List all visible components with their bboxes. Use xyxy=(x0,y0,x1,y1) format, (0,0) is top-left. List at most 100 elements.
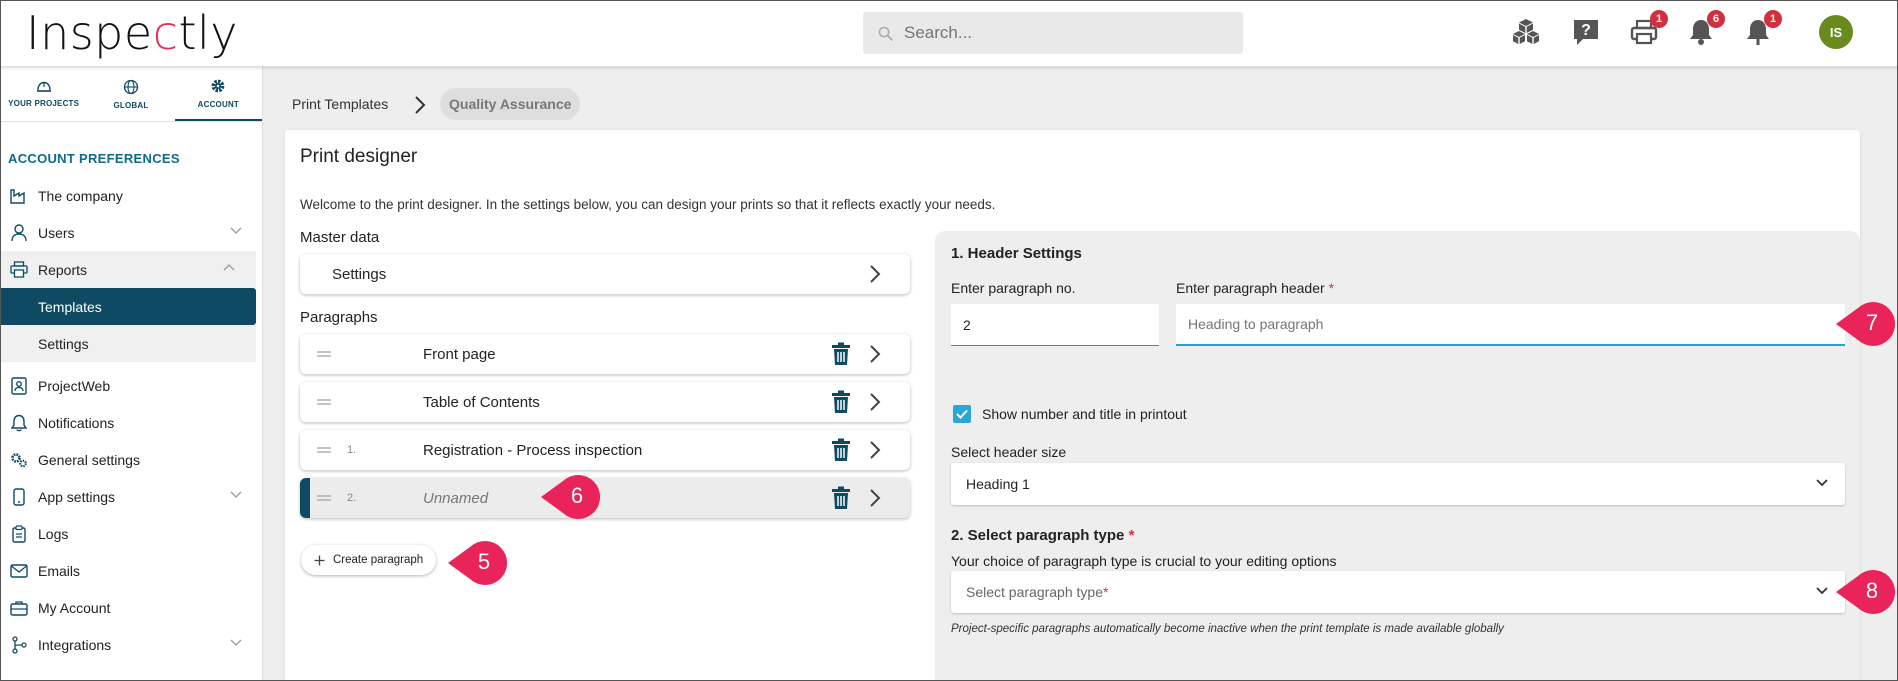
print-icon[interactable]: 1 xyxy=(1628,10,1668,48)
trash-icon[interactable] xyxy=(830,486,852,510)
settings-panel xyxy=(935,231,1860,681)
drag-handle-icon[interactable] xyxy=(317,446,331,454)
tab-account[interactable]: ACCOUNT xyxy=(174,67,262,121)
branch-icon xyxy=(0,635,38,654)
master-settings-label: Settings xyxy=(332,265,387,283)
chevron-right-icon xyxy=(415,96,426,114)
gear-icon xyxy=(211,79,225,92)
briefcase-icon xyxy=(0,600,38,616)
callout-7: 7 xyxy=(1834,300,1898,348)
chevron-right-icon[interactable] xyxy=(868,263,882,285)
search-input[interactable] xyxy=(904,23,1224,43)
tab-global[interactable]: GLOBAL xyxy=(87,67,174,121)
drag-handle-icon[interactable] xyxy=(317,494,331,502)
paragraph-number: 1. xyxy=(347,444,357,456)
paragraph-row[interactable]: 1. Registration - Process inspection xyxy=(300,430,910,470)
sidebar-item-users[interactable]: Users xyxy=(0,214,263,251)
help-icon[interactable]: ? xyxy=(1570,16,1602,48)
trash-icon[interactable] xyxy=(830,342,852,366)
paragraph-row[interactable]: Front page xyxy=(300,334,910,374)
paragraph-type-title: 2. Select paragraph type * xyxy=(951,527,1135,544)
sidebar-item-templates[interactable]: Templates xyxy=(0,288,256,325)
printer-icon xyxy=(0,261,38,278)
paragraph-row-selected[interactable]: 2. Unnamed xyxy=(300,478,910,518)
chevron-down-icon xyxy=(230,491,242,498)
master-settings-row[interactable]: Settings xyxy=(300,254,910,294)
helmet-icon xyxy=(36,81,51,92)
chevron-down-icon xyxy=(230,227,242,234)
sidebar-item-app-settings[interactable]: App settings xyxy=(0,478,263,515)
print-badge: 1 xyxy=(1650,10,1668,28)
envelope-icon xyxy=(0,563,38,578)
sidebar-item-logs[interactable]: Logs xyxy=(0,515,263,552)
paragraph-type-select[interactable]: Select paragraph type* xyxy=(951,571,1845,613)
contact-card-icon xyxy=(0,376,38,395)
chevron-right-icon[interactable] xyxy=(868,487,882,509)
paragraph-row[interactable]: Table of Contents xyxy=(300,382,910,422)
breadcrumb-print-templates[interactable]: Print Templates xyxy=(292,96,388,112)
user-avatar[interactable]: IS xyxy=(1819,15,1853,49)
cubes-icon[interactable] xyxy=(1510,16,1542,48)
paragraphs-label: Paragraphs xyxy=(300,309,378,326)
paragraph-no-field[interactable] xyxy=(951,304,1159,346)
sidebar-item-projectweb[interactable]: ProjectWeb xyxy=(0,367,263,404)
header-size-label: Select header size xyxy=(951,444,1067,460)
header-size-select[interactable]: Heading 1 xyxy=(951,463,1845,505)
plus-icon xyxy=(314,555,325,565)
paragraph-title: Registration - Process inspection xyxy=(423,441,643,459)
callout-5: 5 xyxy=(446,539,510,587)
sidebar-item-the-company[interactable]: The company xyxy=(0,177,263,214)
app-logo[interactable]: Inspectly xyxy=(26,6,238,60)
drag-handle-icon[interactable] xyxy=(317,398,331,406)
paragraph-type-placeholder: Select paragraph type* xyxy=(966,584,1109,600)
paragraph-title: Unnamed xyxy=(423,489,489,507)
bell-icon[interactable]: 6 xyxy=(1685,10,1725,48)
chevron-down-icon xyxy=(1816,587,1828,595)
search-icon xyxy=(878,26,893,41)
create-paragraph-button[interactable]: Create paragraph xyxy=(301,545,437,575)
drag-handle-icon[interactable] xyxy=(317,350,331,358)
bell-badge: 6 xyxy=(1707,10,1725,28)
paragraph-no-label: Enter paragraph no. xyxy=(951,280,1076,296)
show-title-label: Show number and title in printout xyxy=(982,406,1187,422)
sidebar-item-general-settings[interactable]: General settings xyxy=(0,441,263,478)
sidebar-item-my-account[interactable]: My Account xyxy=(0,589,263,626)
search-box[interactable] xyxy=(863,12,1243,54)
chevron-right-icon[interactable] xyxy=(868,343,882,365)
sidebar-item-integrations[interactable]: Integrations xyxy=(0,626,263,663)
chevron-up-icon xyxy=(223,264,235,271)
globe-icon xyxy=(123,79,139,94)
sidebar-item-settings[interactable]: Settings xyxy=(0,325,256,362)
tab-your-projects[interactable]: YOUR PROJECTS xyxy=(0,67,87,121)
paragraph-header-field[interactable] xyxy=(1176,304,1845,346)
show-title-checkbox[interactable] xyxy=(953,405,971,423)
page-title: Print designer xyxy=(300,146,418,167)
phone-icon xyxy=(0,487,38,506)
paragraph-title: Front page xyxy=(423,345,496,363)
callout-8: 8 xyxy=(1834,568,1898,616)
paragraph-number: 2. xyxy=(347,492,357,504)
top-bar: Inspectly ? 1 6 1 IS xyxy=(0,0,1898,67)
chevron-down-icon xyxy=(1816,479,1828,487)
callout-6: 6 xyxy=(539,473,603,521)
notification-icon[interactable]: 1 xyxy=(1742,10,1782,48)
sidebar-item-reports[interactable]: Reports xyxy=(0,251,256,288)
chevron-down-icon xyxy=(230,639,242,646)
factory-icon xyxy=(0,188,38,204)
sidebar-item-emails[interactable]: Emails xyxy=(0,552,263,589)
paragraph-title: Table of Contents xyxy=(423,393,540,411)
trash-icon[interactable] xyxy=(830,390,852,414)
trash-icon[interactable] xyxy=(830,438,852,462)
user-icon xyxy=(0,223,38,242)
paragraph-type-hint: Project-specific paragraphs automaticall… xyxy=(951,623,1504,635)
sidebar-item-notifications[interactable]: Notifications xyxy=(0,404,263,441)
chevron-right-icon[interactable] xyxy=(868,391,882,413)
svg-text:?: ? xyxy=(1581,22,1591,39)
paragraph-no-input[interactable] xyxy=(963,316,1159,333)
clipboard-icon xyxy=(0,524,38,543)
chevron-right-icon[interactable] xyxy=(868,439,882,461)
paragraph-header-input[interactable] xyxy=(1188,316,1845,332)
nav-tabs: YOUR PROJECTS GLOBAL ACCOUNT xyxy=(0,67,262,122)
breadcrumb-current: Quality Assurance xyxy=(440,88,581,120)
sidebar: YOUR PROJECTS GLOBAL ACCOUNT ACCOUNT PRE… xyxy=(0,67,263,681)
